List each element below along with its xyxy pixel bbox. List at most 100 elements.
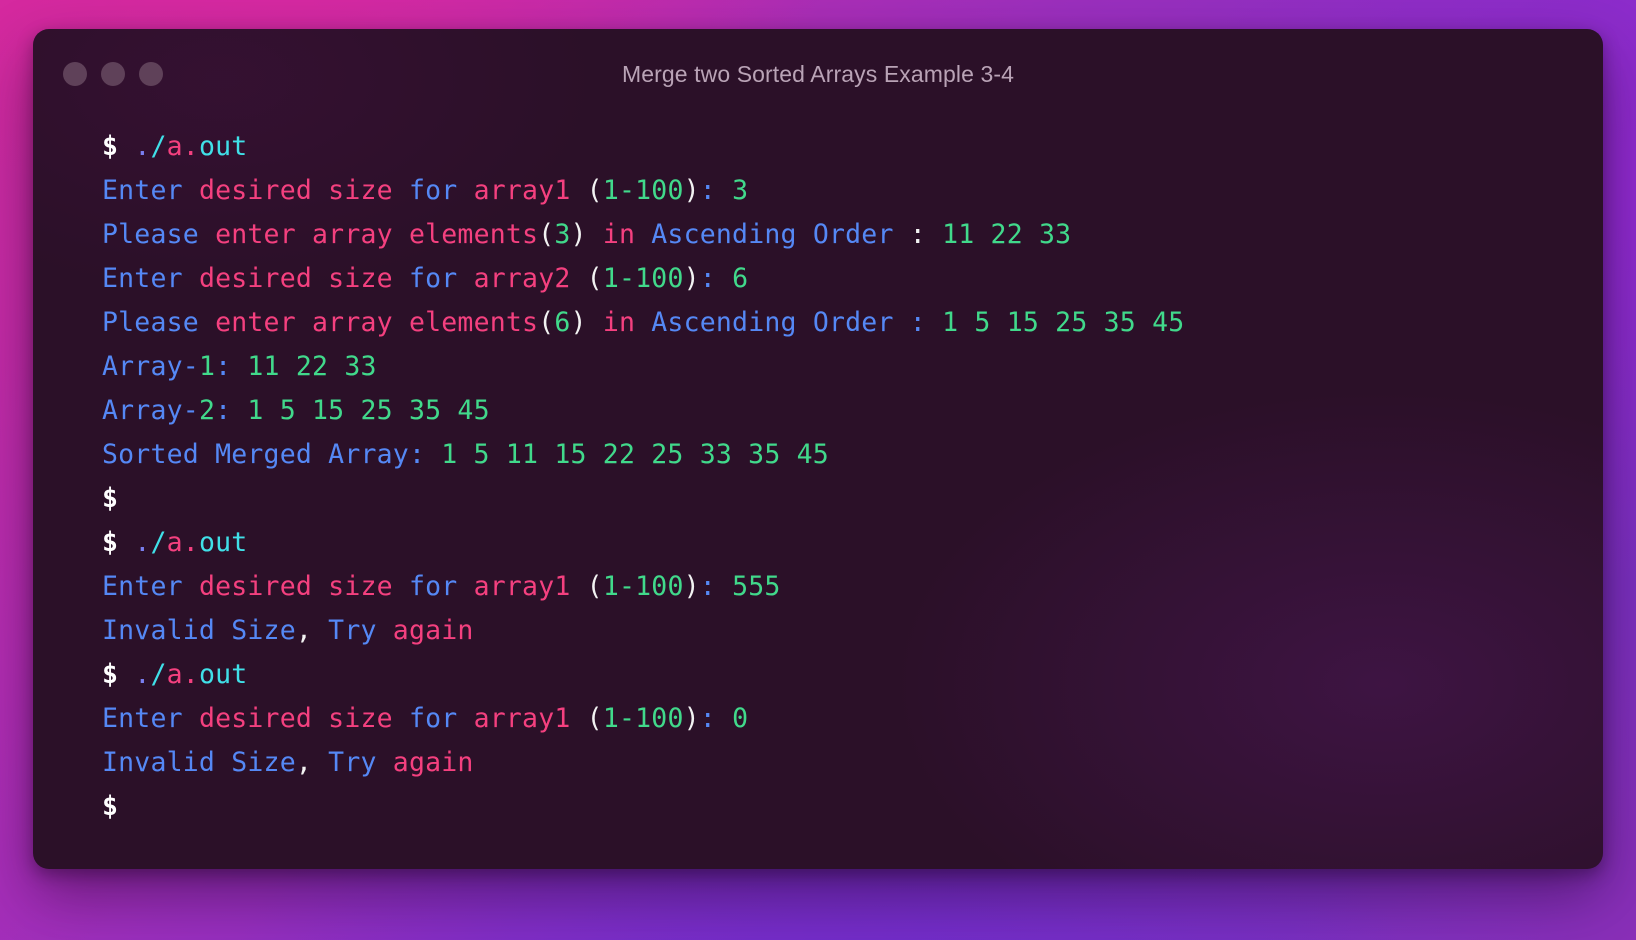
terminal-segment: Ascending Order (651, 307, 894, 338)
terminal-segment (457, 571, 473, 602)
line-1-command-1: $ ./a.out (102, 125, 1603, 169)
terminal-segment: $ (102, 131, 119, 162)
terminal-segment (716, 703, 732, 734)
terminal-segment: $ (102, 527, 119, 558)
terminal-segment: $ (102, 659, 119, 690)
terminal-segment: array1 (473, 175, 571, 206)
terminal-segment: Try (328, 747, 377, 778)
terminal-segment (377, 615, 393, 646)
terminal-segment (425, 439, 441, 470)
terminal-segment: : (408, 439, 426, 470)
terminal-segment: . (182, 659, 199, 690)
terminal-segment (312, 747, 328, 778)
terminal-segment: ) (683, 175, 700, 206)
terminal-segment: for (408, 703, 458, 734)
line-8-sorted-merged-array: Sorted Merged Array: 1 5 11 15 22 25 33 … (102, 433, 1603, 477)
terminal-segment: Enter (102, 703, 183, 734)
terminal-segment (312, 615, 328, 646)
terminal-segment: ( (586, 703, 603, 734)
terminal-segment: : (699, 175, 716, 206)
terminal-segment: 1 (198, 351, 216, 382)
terminal-segment: 1 5 11 15 22 25 33 35 45 (441, 439, 829, 470)
terminal-segment (118, 659, 134, 690)
terminal-segment: Enter (102, 263, 183, 294)
line-4-prompt-size-array2: Enter desired size for array2 (1-100): 6 (102, 257, 1603, 301)
terminal-segment: 1-100 (602, 175, 684, 206)
terminal-segment: out (198, 131, 248, 162)
terminal-segment: : (699, 703, 716, 734)
line-11-prompt-size-555: Enter desired size for array1 (1-100): 5… (102, 565, 1603, 609)
terminal-segment: : (909, 219, 926, 250)
window-title: Merge two Sorted Arrays Example 3-4 (621, 61, 1015, 87)
terminal-segment: in (602, 307, 636, 338)
line-10-command-2: $ ./a.out (102, 521, 1603, 565)
terminal-segment (457, 703, 473, 734)
terminal-segment: ( (538, 219, 555, 250)
line-3-enter-elements-3: Please enter array elements(3) in Ascend… (102, 213, 1603, 257)
terminal-segment (635, 219, 651, 250)
terminal-segment (199, 307, 215, 338)
terminal-segment: a (166, 527, 183, 558)
terminal-segment: 1-100 (602, 571, 684, 602)
terminal-segment (894, 219, 910, 250)
terminal-segment: ( (586, 571, 603, 602)
terminal-segment: ( (586, 263, 603, 294)
terminal-segment: desired size (198, 263, 393, 294)
terminal-segment: $ (102, 791, 119, 822)
terminal-segment: enter array elements (215, 307, 539, 338)
terminal-segment: , (295, 747, 313, 778)
terminal-segment (635, 307, 651, 338)
terminal-output[interactable]: $ ./a.out Enter desired size for array1 (… (33, 125, 1603, 829)
terminal-segment: enter array elements (215, 219, 539, 250)
terminal-segment (231, 351, 247, 382)
terminal-segment: 1 5 15 25 35 45 (247, 395, 490, 426)
terminal-segment (183, 263, 199, 294)
terminal-segment (393, 703, 409, 734)
terminal-segment (199, 219, 215, 250)
terminal-segment: ) (570, 307, 587, 338)
terminal-segment: : (699, 571, 716, 602)
terminal-segment: Array- (102, 395, 199, 426)
terminal-segment: 3 (554, 219, 571, 250)
terminal-segment (183, 571, 199, 602)
terminal-segment: Ascending Order (651, 219, 894, 250)
terminal-segment: 0 (732, 703, 749, 734)
terminal-segment: ( (538, 307, 555, 338)
terminal-segment: / (150, 659, 167, 690)
line-9-bare-prompt: $ (102, 477, 1603, 521)
terminal-segment: , (295, 615, 313, 646)
terminal-segment (716, 263, 732, 294)
terminal-segment: / (150, 527, 167, 558)
terminal-segment (118, 131, 134, 162)
terminal-segment (183, 703, 199, 734)
terminal-segment: . (182, 527, 199, 558)
terminal-segment (571, 571, 587, 602)
terminal-segment: Invalid Size (102, 747, 296, 778)
terminal-segment: for (408, 263, 458, 294)
terminal-segment: 1-100 (602, 703, 684, 734)
terminal-segment: 1-100 (602, 263, 684, 294)
terminal-segment (587, 219, 603, 250)
terminal-segment: a (166, 131, 183, 162)
terminal-segment (393, 571, 409, 602)
terminal-segment (716, 175, 732, 206)
line-7-array-2-result: Array-2: 1 5 15 25 35 45 (102, 389, 1603, 433)
terminal-window: Merge two Sorted Arrays Example 3-4 $ . /… (33, 29, 1603, 869)
line-14-prompt-size-0: Enter desired size for array1 (1-100): 0 (102, 697, 1603, 741)
terminal-segment (571, 263, 587, 294)
titlebar: Merge two Sorted Arrays Example 3-4 (33, 29, 1603, 125)
terminal-segment: ) (683, 571, 700, 602)
terminal-segment: desired size (198, 175, 393, 206)
terminal-segment: 11 22 33 (942, 219, 1072, 250)
terminal-segment: Enter (102, 175, 183, 206)
terminal-segment: 6 (554, 307, 571, 338)
terminal-segment: 6 (732, 263, 749, 294)
terminal-segment (377, 747, 393, 778)
terminal-segment: Array- (102, 351, 199, 382)
terminal-segment: again (392, 615, 474, 646)
terminal-segment: . (134, 131, 151, 162)
terminal-segment: : (215, 351, 232, 382)
terminal-segment: desired size (198, 571, 393, 602)
line-16-bare-prompt: $ (102, 785, 1603, 829)
terminal-segment: 3 (732, 175, 749, 206)
